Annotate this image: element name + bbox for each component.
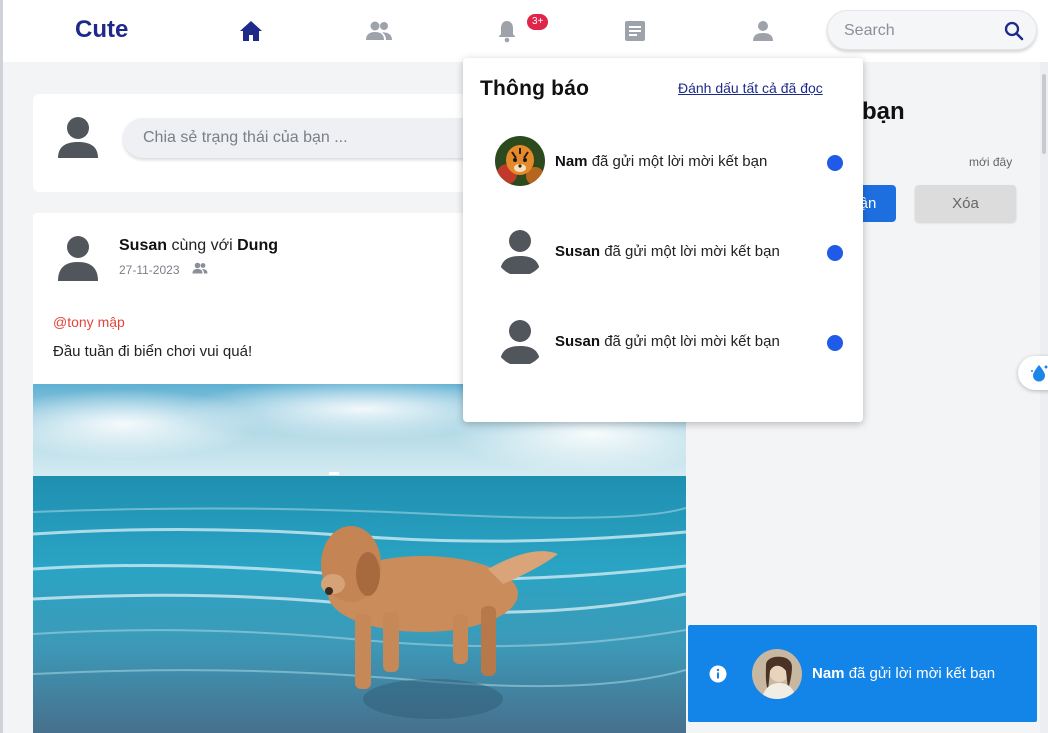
unread-indicator [827, 155, 843, 171]
notification-text: Susan đã gửi một lời mời kết bạn [555, 243, 780, 260]
toast-sender: Nam [812, 665, 845, 682]
document-icon[interactable] [620, 18, 650, 44]
default-avatar [495, 226, 545, 276]
post-caption: Đầu tuần đi biển chơi vui quá! [53, 343, 253, 360]
notifications-dropdown: Thông báo Đánh dấu tất cả đã đọc Nam đã … [463, 58, 863, 422]
tiger-avatar [495, 136, 545, 186]
notification-message: đã gửi một lời mời kết bạn [591, 153, 768, 170]
notification-item[interactable]: Nam đã gửi một lời mời kết bạn [493, 136, 848, 190]
search-input[interactable] [844, 19, 994, 43]
unread-indicator [827, 245, 843, 261]
friends-icon[interactable] [364, 18, 394, 44]
notifications-title: Thông báo [480, 77, 590, 100]
notification-badge: 3+ [527, 14, 549, 30]
notification-message: đã gửi một lời mời kết bạn [604, 333, 780, 350]
brand-logo[interactable]: Cute [75, 16, 128, 44]
friend-request-time: mới đây [969, 155, 1013, 169]
post-with-word: cùng với [171, 237, 233, 254]
page-scrollbar[interactable] [1040, 62, 1048, 733]
notification-message: đã gửi một lời mời kết bạn [604, 243, 780, 260]
mark-all-read-link[interactable]: Đánh dấu tất cả đã đọc [678, 80, 823, 96]
info-icon [709, 665, 727, 688]
friend-request-toast[interactable]: Nam đã gửi lời mời kết bạn [688, 625, 1037, 722]
toast-message: Nam đã gửi lời mời kết bạn [812, 665, 995, 682]
unread-indicator [827, 335, 843, 351]
toast-avatar [752, 649, 802, 699]
privacy-friends-icon [192, 261, 208, 279]
post-date: 27-11-2023 [119, 263, 180, 277]
top-navbar: Cute 3+ [0, 0, 1048, 62]
window-edge [0, 0, 3, 733]
toast-text: đã gửi lời mời kết bạn [848, 665, 996, 682]
post-photo[interactable] [33, 379, 686, 733]
post-tagged-user[interactable]: Dung [237, 237, 278, 254]
post-author-avatar[interactable] [55, 235, 101, 288]
post-author-line: Susan cùng với Dung [119, 237, 278, 255]
notification-text: Susan đã gửi một lời mời kết bạn [555, 333, 780, 350]
bell-icon[interactable] [492, 18, 522, 44]
floating-tool-button[interactable] [1018, 356, 1048, 390]
default-avatar [495, 316, 545, 366]
status-composer: Chia sẻ trạng thái của bạn ... [33, 94, 503, 192]
profile-icon[interactable] [748, 18, 778, 44]
friend-requests-title: bạn [862, 98, 905, 125]
home-icon[interactable] [236, 18, 266, 44]
notification-text: Nam đã gửi một lời mời kết bạn [555, 153, 767, 170]
status-input[interactable]: Chia sẻ trạng thái của bạn ... [123, 118, 483, 158]
notification-sender: Susan [555, 333, 601, 350]
search-icon[interactable] [1004, 21, 1024, 46]
notification-sender: Susan [555, 243, 601, 260]
user-avatar [55, 116, 101, 165]
post-mention[interactable]: @tony mập [53, 314, 125, 330]
droplet-icon [1030, 363, 1048, 388]
status-placeholder: Chia sẻ trạng thái của bạn ... [143, 129, 348, 146]
delete-request-button[interactable]: Xóa [915, 185, 1016, 222]
scrollbar-thumb[interactable] [1042, 74, 1046, 154]
notification-item[interactable]: Susan đã gửi một lời mời kết bạn [493, 316, 848, 370]
search-box[interactable] [827, 10, 1037, 50]
notification-item[interactable]: Susan đã gửi một lời mời kết bạn [493, 226, 848, 280]
post-author-name[interactable]: Susan [119, 237, 167, 254]
notification-sender: Nam [555, 153, 588, 170]
